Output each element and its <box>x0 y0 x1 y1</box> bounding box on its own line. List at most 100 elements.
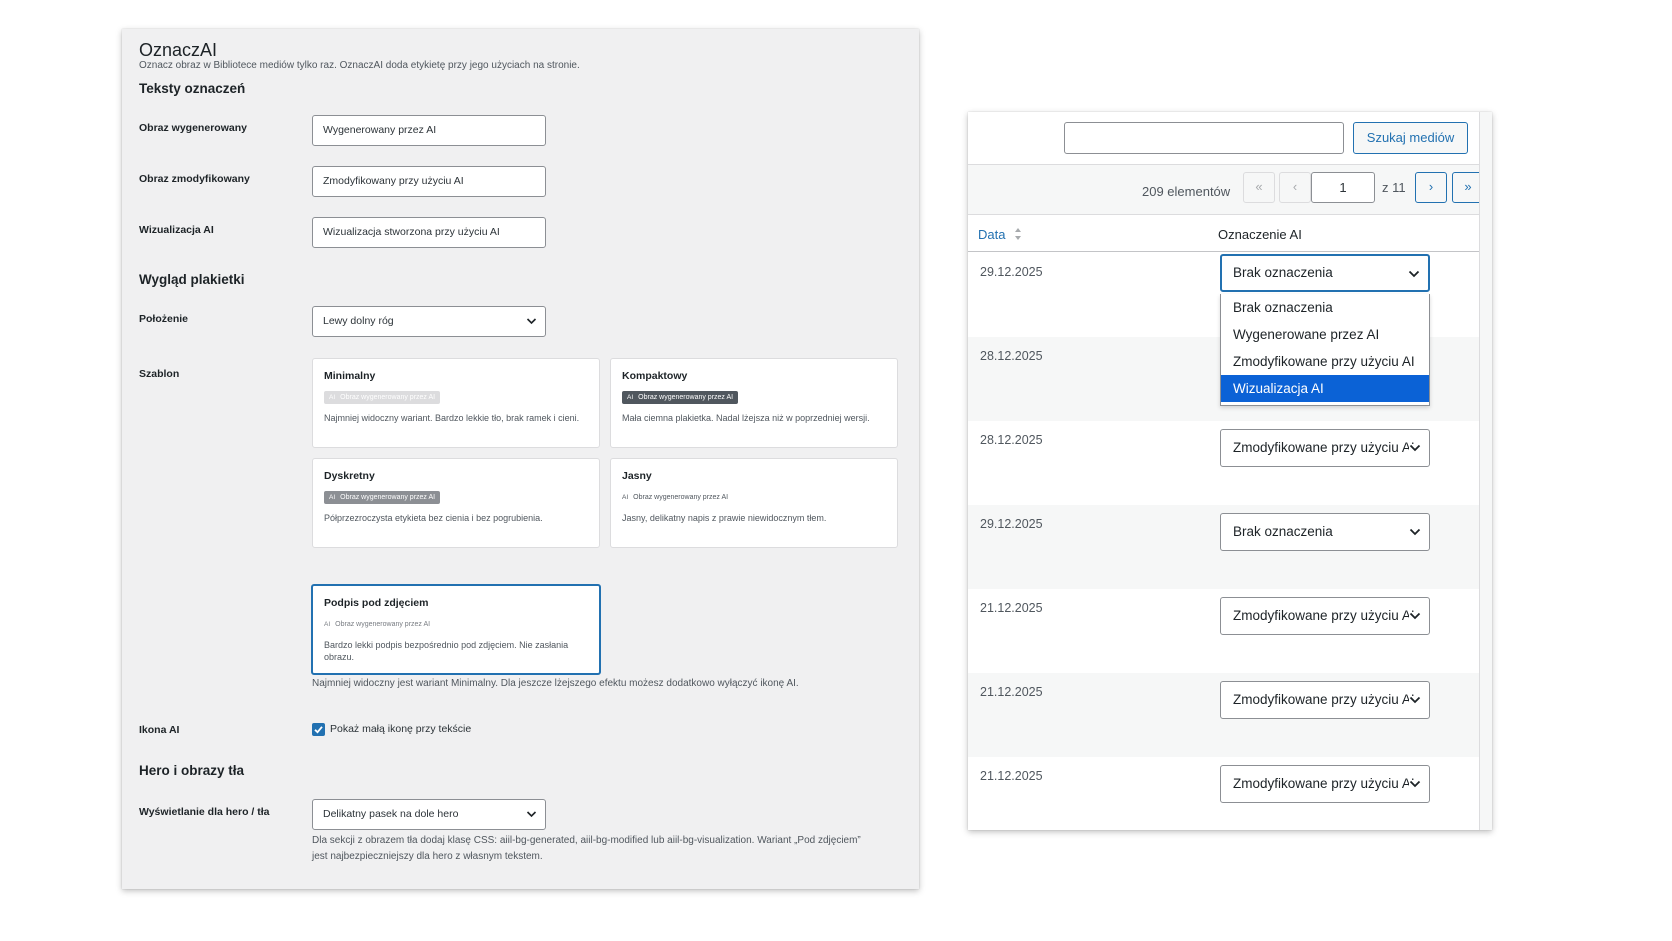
chevron-down-icon <box>526 318 537 325</box>
media-library-panel: Szukaj mediów 209 elementów « ‹ 1 z 11 ›… <box>968 112 1492 830</box>
scrollbar[interactable] <box>1479 112 1492 830</box>
ai-label-select[interactable]: Brak oznaczenia <box>1220 254 1430 292</box>
template-title: Minimalny <box>324 370 376 382</box>
hero-display-select-value: Delikatny pasek na dole hero <box>323 808 459 820</box>
template-card-minimalny[interactable]: Minimalny AI Obraz wygenerowany przez AI … <box>312 358 600 448</box>
template-badge-preview: AI Obraz wygenerowany przez AI <box>324 618 435 631</box>
show-icon-label[interactable]: Pokaż małą ikonę przy tekście <box>330 723 471 735</box>
position-select-value: Lewy dolny róg <box>323 315 394 327</box>
label-position: Położenie <box>139 313 189 325</box>
next-page-button[interactable]: › <box>1415 172 1447 203</box>
ai-icon: AI <box>329 394 336 401</box>
ai-icon: AI <box>324 621 331 628</box>
badge-text: Obraz wygenerowany przez AI <box>340 394 436 401</box>
ai-label-select[interactable]: Brak oznaczenia <box>1220 513 1430 551</box>
chevron-down-icon <box>1409 612 1421 620</box>
media-search-input[interactable] <box>1064 122 1344 154</box>
section-hero-heading: Hero i obrazy tła <box>139 763 245 778</box>
hero-help-text: Dla sekcji z obrazem tła dodaj klasę CSS… <box>312 835 861 862</box>
ai-icon: AI <box>627 394 634 401</box>
ai-label-select-value: Zmodyfikowane przy użyciu AI <box>1233 692 1415 707</box>
template-badge-preview: AI Obraz wygenerowany przez AI <box>622 491 733 504</box>
chevron-down-icon <box>1409 696 1421 704</box>
template-title: Dyskretny <box>324 470 375 482</box>
ai-label-select[interactable]: Zmodyfikowane przy użyciu AI <box>1220 597 1430 635</box>
dropdown-option[interactable]: Zmodyfikowane przy użyciu AI <box>1221 348 1429 375</box>
chevron-down-icon <box>1409 780 1421 788</box>
badge-text: Obraz wygenerowany przez AI <box>335 621 431 628</box>
ai-label-select-value: Zmodyfikowane przy użyciu AI <box>1233 776 1415 791</box>
table-row: 21.12.2025 Zmodyfikowane przy użyciu AI <box>968 673 1479 757</box>
row-date: 29.12.2025 <box>980 517 1043 531</box>
template-card-jasny[interactable]: Jasny AI Obraz wygenerowany przez AI Jasn… <box>610 458 898 548</box>
template-card-kompaktowy[interactable]: Kompaktowy AI Obraz wygenerowany przez AI… <box>610 358 898 448</box>
template-title: Podpis pod zdjęciem <box>324 597 429 609</box>
hero-display-select[interactable]: Delikatny pasek na dole hero <box>312 799 546 830</box>
items-count: 209 elementów <box>1142 184 1231 199</box>
row-date: 28.12.2025 <box>980 349 1043 363</box>
label-hero: Wyświetlanie dla hero / tła <box>139 806 270 818</box>
row-date: 28.12.2025 <box>980 433 1043 447</box>
label-generated: Obraz wygenerowany <box>139 122 247 134</box>
chevron-down-icon <box>526 811 537 818</box>
dropdown-option-highlighted[interactable]: Wizualizacja AI <box>1221 375 1429 402</box>
badge-text: Obraz wygenerowany przez AI <box>633 494 729 501</box>
table-row: 21.12.2025 Zmodyfikowane przy użyciu AI <box>968 589 1479 673</box>
template-description: Jasny, delikatny napis z prawie niewidoc… <box>622 513 827 523</box>
ai-label-select[interactable]: Zmodyfikowane przy użyciu AI <box>1220 681 1430 719</box>
ai-label-dropdown-list: Brak oznaczenia Wygenerowane przez AI Zm… <box>1220 294 1430 406</box>
dropdown-option[interactable]: Brak oznaczenia <box>1221 294 1429 321</box>
dropdown-option[interactable]: Wygenerowane przez AI <box>1221 321 1429 348</box>
sort-icon[interactable] <box>1014 227 1022 241</box>
template-title: Kompaktowy <box>622 370 688 382</box>
badge-text: Obraz wygenerowany przez AI <box>340 494 436 501</box>
template-description: Mała ciemna plakietka. Nadal lżejsza niż… <box>622 413 870 423</box>
badge-text: Obraz wygenerowany przez AI <box>638 394 734 401</box>
visualization-text-field[interactable]: Wizualizacja stworzona przy użyciu AI <box>312 217 546 248</box>
template-badge-preview: AI Obraz wygenerowany przez AI <box>324 491 441 504</box>
chevron-down-icon <box>1409 444 1421 452</box>
table-header: Data Oznaczenie AI <box>968 216 1479 252</box>
chevron-down-icon <box>1409 528 1421 536</box>
position-select[interactable]: Lewy dolny róg <box>312 306 546 337</box>
template-badge-preview: AI Obraz wygenerowany przez AI <box>622 391 739 404</box>
generated-text-field[interactable]: Wygenerowany przez AI <box>312 115 546 146</box>
section-badge-heading: Wygląd plakietki <box>139 272 245 287</box>
table-row: 28.12.2025 Zmodyfikowane przy użyciu AI <box>968 421 1479 505</box>
label-icon: Ikona AI <box>139 724 180 736</box>
total-pages: z 11 <box>1382 180 1406 195</box>
chevron-down-icon <box>1408 270 1420 278</box>
table-row: 29.12.2025 Brak oznaczenia <box>968 505 1479 589</box>
table-row: 21.12.2025 Zmodyfikowane przy użyciu AI <box>968 757 1479 830</box>
show-icon-checkbox[interactable] <box>312 723 325 736</box>
label-modified: Obraz zmodyfikowany <box>139 173 250 185</box>
ai-label-select[interactable]: Zmodyfikowane przy użyciu AI <box>1220 429 1430 467</box>
search-media-button[interactable]: Szukaj mediów <box>1353 122 1468 154</box>
first-page-button[interactable]: « <box>1243 172 1275 203</box>
settings-panel: OznaczAI Oznacz obraz w Bibliotece medió… <box>122 29 919 889</box>
column-date[interactable]: Data <box>978 227 1005 242</box>
ai-label-select[interactable]: Zmodyfikowane przy użyciu AI <box>1220 765 1430 803</box>
ai-label-select-value: Zmodyfikowane przy użyciu AI <box>1233 440 1415 455</box>
page-title: OznaczAI <box>139 40 218 60</box>
ai-icon: AI <box>329 494 336 501</box>
row-date: 21.12.2025 <box>980 685 1043 699</box>
template-card-podpis[interactable]: Podpis pod zdjęciem AI Obraz wygenerowany… <box>311 584 601 675</box>
row-date: 29.12.2025 <box>980 265 1043 279</box>
ai-label-select-value: Brak oznaczenia <box>1233 265 1333 280</box>
modified-text-field[interactable]: Zmodyfikowany przy użyciu AI <box>312 166 546 197</box>
page-subtitle: Oznacz obraz w Bibliotece mediów tylko r… <box>139 60 580 71</box>
template-card-dyskretny[interactable]: Dyskretny AI Obraz wygenerowany przez AI … <box>312 458 600 548</box>
pagination-bar: 209 elementów « ‹ 1 z 11 › » <box>968 165 1484 215</box>
prev-page-button[interactable]: ‹ <box>1279 172 1311 203</box>
label-template: Szablon <box>139 368 180 380</box>
template-description: Bardzo lekki podpis bezpośrednio pod zdj… <box>324 640 569 662</box>
ai-label-select-value: Zmodyfikowane przy użyciu AI <box>1233 608 1415 623</box>
row-date: 21.12.2025 <box>980 769 1043 783</box>
current-page-input[interactable]: 1 <box>1311 172 1375 203</box>
section-texts-heading: Teksty oznaczeń <box>139 81 246 96</box>
label-visualization: Wizualizacja AI <box>139 224 214 236</box>
row-date: 21.12.2025 <box>980 601 1043 615</box>
column-ai-label: Oznaczenie AI <box>1218 227 1302 242</box>
ai-label-select-value: Brak oznaczenia <box>1233 524 1333 539</box>
